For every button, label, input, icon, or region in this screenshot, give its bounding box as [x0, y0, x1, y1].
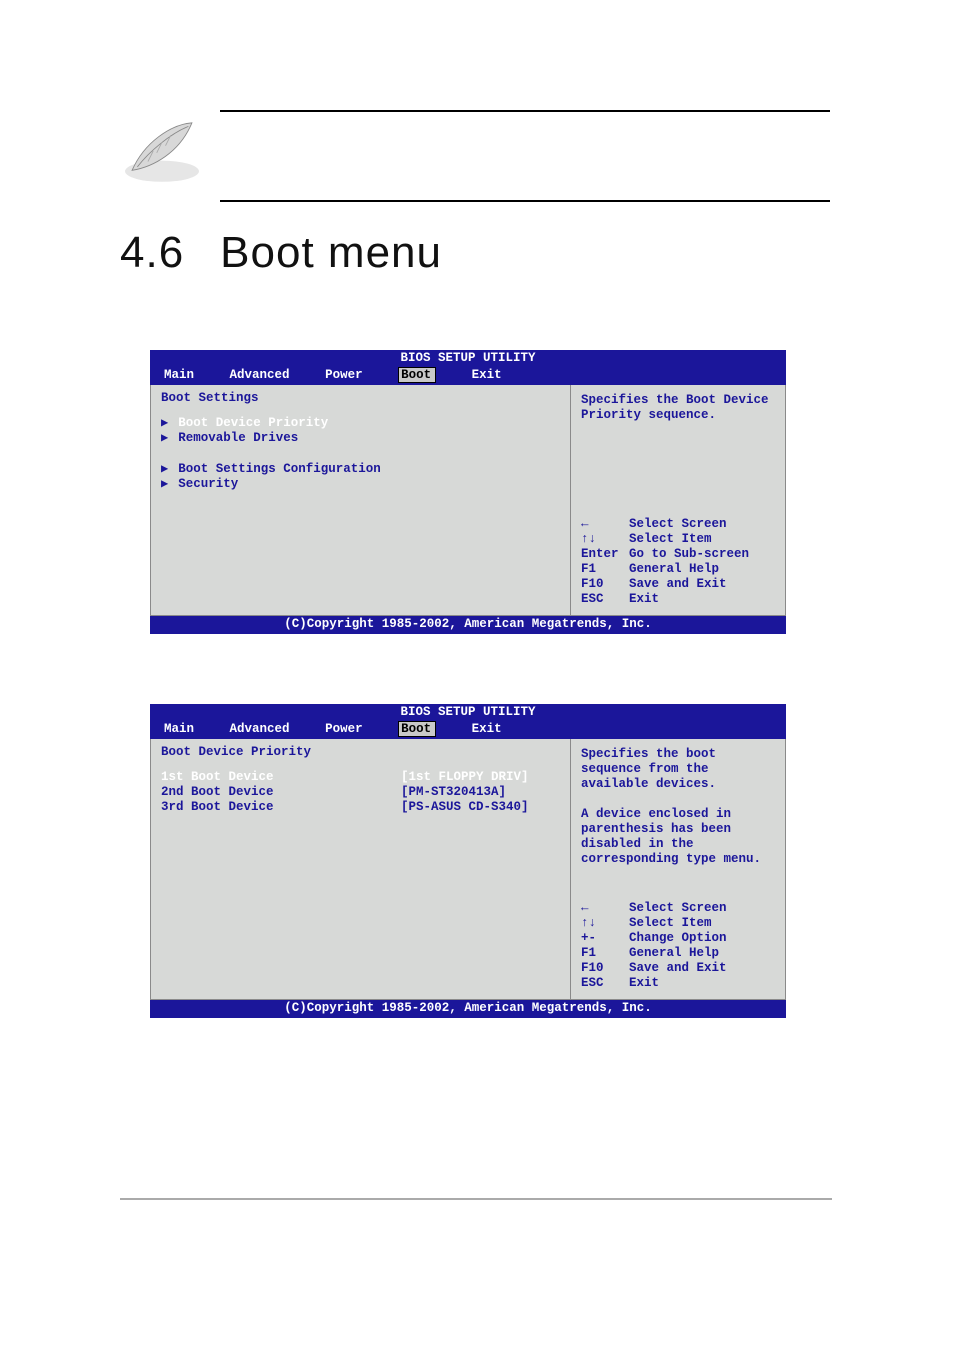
feather-icon — [118, 115, 206, 192]
help-panel-text: Specifies the Boot Device Priority seque… — [581, 393, 777, 423]
arrows-up-down-icon: ↑↓ — [581, 916, 623, 931]
key-desc: Save and Exit — [629, 961, 727, 976]
top-divider — [220, 110, 830, 112]
bios-screenshot-boot-settings: BIOS SETUP UTILITY Main Advanced Power B… — [150, 350, 786, 634]
section-number: 4.6 — [120, 228, 184, 278]
key-row: F1 General Help — [581, 946, 777, 961]
key-label: Enter — [581, 547, 623, 562]
key-row: ESC Exit — [581, 592, 777, 607]
bios-title-bar: BIOS SETUP UTILITY — [150, 350, 786, 367]
key-desc: Save and Exit — [629, 577, 727, 592]
key-desc: Select Screen — [629, 517, 727, 532]
arrows-up-down-icon: ↑↓ — [581, 532, 623, 547]
boot-device-priority-item[interactable]: ▶ Boot Device Priority — [161, 416, 562, 431]
arrow-left-icon: ← — [581, 901, 623, 916]
key-row: Enter Go to Sub-screen — [581, 547, 777, 562]
bios-copyright: (C)Copyright 1985-2002, American Megatre… — [150, 1000, 786, 1018]
menu-tab-main[interactable]: Main — [164, 722, 194, 736]
menu-tab-advanced[interactable]: Advanced — [230, 722, 290, 736]
key-label: F10 — [581, 577, 623, 592]
menu-tab-boot[interactable]: Boot — [398, 367, 436, 383]
key-row: F10 Save and Exit — [581, 577, 777, 592]
key-row: ← Select Screen — [581, 901, 777, 916]
section-heading: 4.6 Boot menu — [120, 228, 954, 278]
bios-top-menu: Main Advanced Power Boot Exit — [150, 367, 786, 385]
key-label: +- — [581, 931, 623, 946]
submenu-arrow-icon: ▶ — [161, 416, 168, 431]
key-desc: Exit — [629, 592, 659, 607]
key-label: F10 — [581, 961, 623, 976]
bios-screenshot-boot-device-priority: BIOS SETUP UTILITY Main Advanced Power B… — [150, 704, 786, 1018]
key-desc: Go to Sub-screen — [629, 547, 749, 562]
bottom-divider — [120, 1198, 832, 1200]
key-label: ESC — [581, 976, 623, 991]
key-desc: Select Item — [629, 532, 712, 547]
boot-device-priority-label: Boot Device Priority — [161, 745, 562, 760]
arrow-left-icon: ← — [581, 517, 623, 532]
security-item[interactable]: ▶ Security — [161, 477, 562, 492]
first-boot-device-row[interactable]: 1st Boot Device [1st FLOPPY DRIV] — [161, 770, 562, 785]
key-label: F1 — [581, 562, 623, 577]
menu-tab-power[interactable]: Power — [325, 368, 363, 382]
third-boot-device-row[interactable]: 3rd Boot Device [PS-ASUS CD-S340] — [161, 800, 562, 815]
row-value: [PM-ST320413A] — [401, 785, 506, 800]
row-label: 3rd Boot Device — [161, 800, 401, 815]
menu-tab-boot[interactable]: Boot — [398, 721, 436, 737]
row-label: 1st Boot Device — [161, 770, 401, 785]
key-label: F1 — [581, 946, 623, 961]
menu-tab-main[interactable]: Main — [164, 368, 194, 382]
key-row: ↑↓ Select Item — [581, 532, 777, 547]
key-help: ← Select Screen ↑↓ Select Item +- Change Op… — [581, 901, 777, 991]
removable-drives-item[interactable]: ▶ Removable Drives — [161, 431, 562, 446]
submenu-arrow-icon: ▶ — [161, 477, 168, 492]
row-value: [1st FLOPPY DRIV] — [401, 770, 529, 785]
bios-top-menu: Main Advanced Power Boot Exit — [150, 721, 786, 739]
key-desc: General Help — [629, 946, 719, 961]
key-row: F1 General Help — [581, 562, 777, 577]
key-desc: Select Item — [629, 916, 712, 931]
key-row: ← Select Screen — [581, 517, 777, 532]
item-label: Boot Settings Configuration — [178, 462, 381, 477]
key-row: ↑↓ Select Item — [581, 916, 777, 931]
menu-tab-advanced[interactable]: Advanced — [230, 368, 290, 382]
key-desc: Change Option — [629, 931, 727, 946]
submenu-arrow-icon: ▶ — [161, 462, 168, 477]
bios-title-bar: BIOS SETUP UTILITY — [150, 704, 786, 721]
item-label: Security — [178, 477, 238, 492]
key-row: ESC Exit — [581, 976, 777, 991]
bios-copyright: (C)Copyright 1985-2002, American Megatre… — [150, 616, 786, 634]
key-desc: Select Screen — [629, 901, 727, 916]
row-label: 2nd Boot Device — [161, 785, 401, 800]
section-title: Boot menu — [220, 228, 442, 278]
menu-tab-exit[interactable]: Exit — [472, 722, 502, 736]
key-row: F10 Save and Exit — [581, 961, 777, 976]
item-label: Boot Device Priority — [178, 416, 328, 431]
key-row: +- Change Option — [581, 931, 777, 946]
menu-tab-exit[interactable]: Exit — [472, 368, 502, 382]
key-label: ESC — [581, 592, 623, 607]
boot-settings-configuration-item[interactable]: ▶ Boot Settings Configuration — [161, 462, 562, 477]
key-desc: General Help — [629, 562, 719, 577]
second-divider — [220, 200, 830, 202]
key-desc: Exit — [629, 976, 659, 991]
submenu-arrow-icon: ▶ — [161, 431, 168, 446]
item-label: Removable Drives — [178, 431, 298, 446]
second-boot-device-row[interactable]: 2nd Boot Device [PM-ST320413A] — [161, 785, 562, 800]
menu-tab-power[interactable]: Power — [325, 722, 363, 736]
boot-settings-label: Boot Settings — [161, 391, 562, 406]
help-panel-text: Specifies the boot sequence from the ava… — [581, 747, 777, 867]
key-help: ← Select Screen ↑↓ Select Item Enter Go to … — [581, 517, 777, 607]
row-value: [PS-ASUS CD-S340] — [401, 800, 529, 815]
